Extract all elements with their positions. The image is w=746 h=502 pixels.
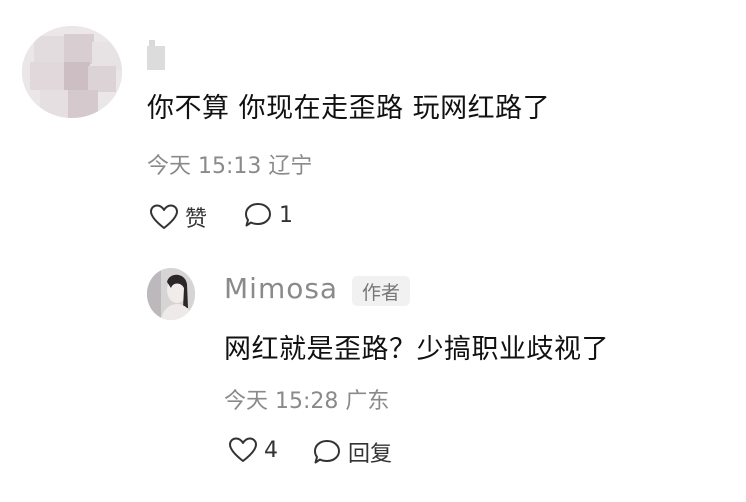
comment-meta: 今天 15:13 辽宁 bbox=[147, 148, 312, 180]
speech-bubble-icon bbox=[243, 201, 273, 229]
reply-count: 1 bbox=[279, 202, 293, 228]
reply-text: 网红就是歪路？少搞职业歧视了 bbox=[224, 334, 609, 365]
comment-location: 辽宁 bbox=[268, 154, 313, 179]
reply-username[interactable]: Mimosa bbox=[224, 272, 338, 305]
reply-count-button[interactable]: 1 bbox=[243, 201, 293, 229]
reply-author-avatar[interactable] bbox=[147, 268, 195, 320]
like-label: 赞 bbox=[185, 207, 208, 232]
commenter-username-redacted[interactable] bbox=[147, 40, 167, 70]
heart-icon bbox=[228, 436, 258, 464]
reply-like-count: 4 bbox=[264, 437, 278, 463]
reply-label: 回复 bbox=[348, 442, 393, 467]
reply-button[interactable]: 回复 bbox=[312, 436, 392, 468]
speech-bubble-icon bbox=[312, 438, 342, 466]
reply-location: 广东 bbox=[345, 389, 390, 414]
reply-meta: 今天 15:28 广东 bbox=[224, 383, 389, 415]
reply-time: 今天 15:28 bbox=[224, 389, 339, 414]
heart-icon bbox=[149, 203, 179, 231]
comment-text: 你不算 你现在走歪路 玩网红路了 bbox=[147, 93, 551, 124]
commenter-avatar[interactable] bbox=[22, 26, 122, 118]
author-badge: 作者 bbox=[352, 276, 410, 306]
like-button[interactable]: 赞 bbox=[149, 201, 207, 233]
comment-time: 今天 15:13 bbox=[147, 154, 262, 179]
reply-like-button[interactable]: 4 bbox=[228, 436, 278, 464]
